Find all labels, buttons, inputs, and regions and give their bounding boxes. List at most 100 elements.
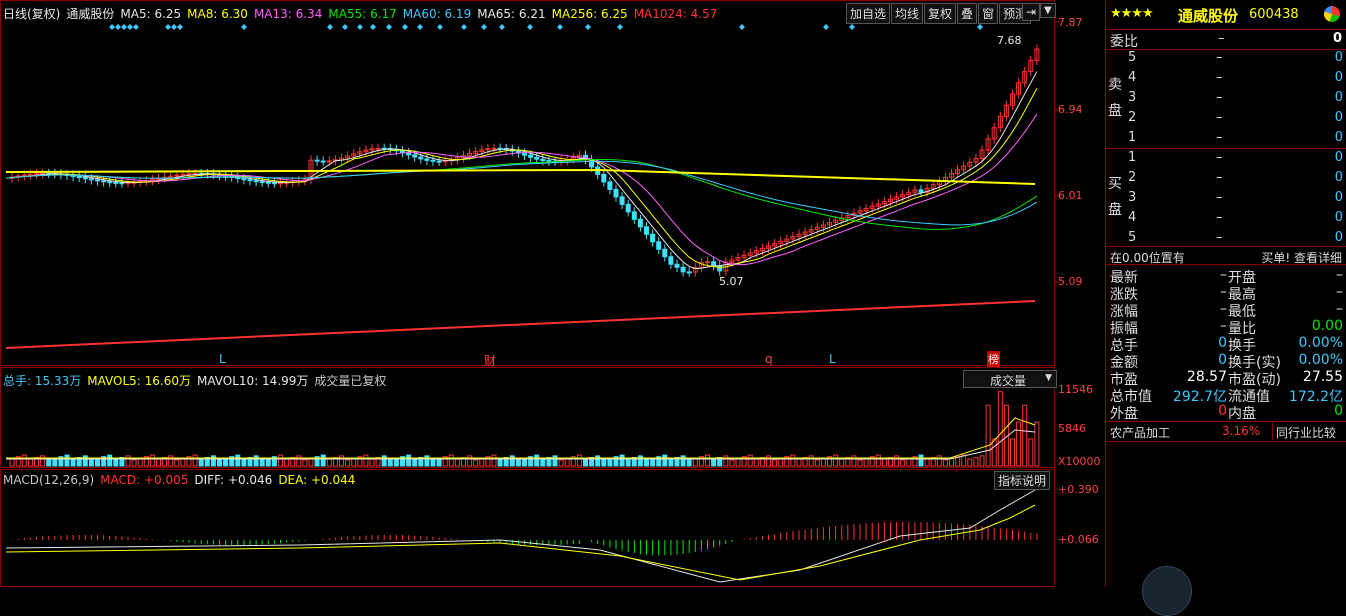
rating-stars: ★★★★ [1110, 6, 1154, 21]
candle-body [528, 154, 534, 158]
ma13-line [5, 113, 1038, 266]
divider [1106, 148, 1346, 149]
candle-body [918, 189, 924, 193]
volume-bar [814, 459, 820, 467]
kline-chart-svg[interactable] [0, 0, 1105, 587]
volume-bar [705, 454, 710, 467]
orderbook-row[interactable]: 2 – 0 [1106, 110, 1346, 130]
candle-body [320, 160, 326, 163]
legend-item: MAVOL10: 14.99万 [197, 374, 309, 388]
signal-diamond [121, 24, 127, 30]
volume-bar [241, 458, 247, 467]
legend-item: 通威股份 [66, 7, 115, 21]
signal-diamond [557, 24, 563, 30]
volume-bar [851, 455, 857, 467]
orderbook-n: 4 [1128, 210, 1137, 225]
event-marker[interactable]: L [829, 352, 836, 366]
divider [1272, 422, 1273, 440]
volume-bar [1022, 404, 1028, 467]
event-marker[interactable]: 榜 [987, 351, 1000, 367]
volume-bar [509, 455, 515, 467]
stat-v2: – [1336, 284, 1343, 300]
volume-bar [467, 455, 473, 467]
toolbar-button[interactable]: 均线 [891, 3, 924, 24]
orderbook-n: 1 [1128, 150, 1137, 165]
volume-bar [839, 458, 845, 467]
orderbook-row[interactable]: 5 – 0 [1106, 230, 1346, 250]
volume-bar [339, 455, 344, 467]
candle-body [662, 248, 668, 258]
volume-bar [729, 459, 735, 467]
volume-bar [235, 454, 241, 467]
toolbar-button[interactable]: 窗 [978, 3, 999, 24]
volume-bar [558, 459, 564, 467]
industry-name[interactable]: 农产品加工 [1110, 424, 1170, 441]
volume-bar [430, 459, 436, 467]
volume-bar [1010, 438, 1015, 467]
signal-diamond [109, 24, 115, 30]
event-marker[interactable]: L [219, 352, 226, 366]
price-axis-label: 7.87 [1058, 16, 1083, 29]
chevron-down-icon[interactable]: ▼ [1040, 3, 1056, 18]
candle-body [656, 241, 662, 250]
volume-bar [381, 455, 387, 467]
stat-v: 0 [1218, 352, 1227, 368]
orderbook-n: 4 [1128, 70, 1137, 85]
stat-row: 总市值 292.7亿 流通值 172.2亿 [1106, 386, 1346, 405]
volume-bar [40, 455, 46, 467]
candle-body [113, 181, 119, 184]
orderbook-p: – [1216, 70, 1223, 85]
orderbook-row[interactable]: 3 – 0 [1106, 190, 1346, 210]
macd-axis-label: +0.066 [1058, 533, 1099, 546]
signal-diamond [417, 24, 423, 30]
signal-diamond [461, 24, 467, 30]
volume-bar [979, 455, 985, 467]
signal-diamond [115, 24, 121, 30]
orderbook-row[interactable]: 4 – 0 [1106, 210, 1346, 230]
volume-bar [833, 454, 839, 467]
volume-indicator-label: 成交量 [990, 374, 1027, 388]
volume-bar [997, 391, 1003, 467]
event-marker[interactable]: 财 [484, 352, 496, 369]
pie-chart-icon[interactable] [1324, 6, 1340, 22]
exit-icon[interactable]: ⇥ [1022, 3, 1041, 21]
signal-diamond [527, 24, 533, 30]
candle-body [619, 196, 625, 205]
orderbook-row[interactable]: 4 – 0 [1106, 70, 1346, 90]
volume-bar [644, 459, 649, 467]
stat-row: 金额 0 换手(实) 0.00% [1106, 352, 1346, 371]
stat-row: 最新 – 开盘 – [1106, 267, 1346, 286]
stock-code: 600438 [1249, 7, 1299, 22]
orderbook-row[interactable]: 3 – 0 [1106, 90, 1346, 110]
orderbook-q: 0 [1334, 110, 1343, 125]
kline-chart-area[interactable]: 日线(复权) 通威股份 MA5: 6.25 MA8: 6.30 MA13: 6.34 MA… [0, 0, 1105, 587]
toolbar-button[interactable]: 复权 [924, 3, 957, 24]
orderbook-n: 5 [1128, 230, 1137, 245]
volume-axis-label: X10000 [1058, 455, 1101, 468]
orderbook-row[interactable]: 1 – 0 [1106, 130, 1346, 150]
industry-compare-button[interactable]: 同行业比较 [1276, 424, 1336, 441]
float-widget[interactable] [1142, 566, 1192, 616]
volume-bar [168, 455, 174, 467]
orderbook-q: 0 [1334, 130, 1343, 145]
candle-body [119, 182, 125, 185]
orderbook-row[interactable]: 5 – 0 [1106, 50, 1346, 70]
volume-indicator-select[interactable]: 成交量 ▼ [963, 370, 1057, 388]
toolbar-button[interactable]: 叠 [957, 3, 978, 24]
event-marker[interactable]: q [765, 352, 773, 366]
orderbook-q: 0 [1334, 230, 1343, 245]
volume-bar [448, 454, 454, 467]
volume-axis-label: 11546 [1058, 383, 1093, 396]
orderbook-row[interactable]: 2 – 0 [1106, 170, 1346, 190]
signal-diamond [327, 24, 333, 30]
toolbar-button[interactable]: 加自选 [846, 3, 891, 24]
volume-bar [894, 455, 900, 467]
indicator-help-button[interactable]: 指标说明 [994, 471, 1051, 490]
orderbook-row[interactable]: 1 – 0 [1106, 150, 1346, 170]
divider [1106, 421, 1346, 422]
volume-bar [991, 438, 997, 467]
stat-row: 外盘 0 内盘 0 [1106, 403, 1346, 422]
volume-bar [473, 459, 479, 467]
volume-bar [107, 454, 113, 467]
candle-body [601, 173, 607, 183]
